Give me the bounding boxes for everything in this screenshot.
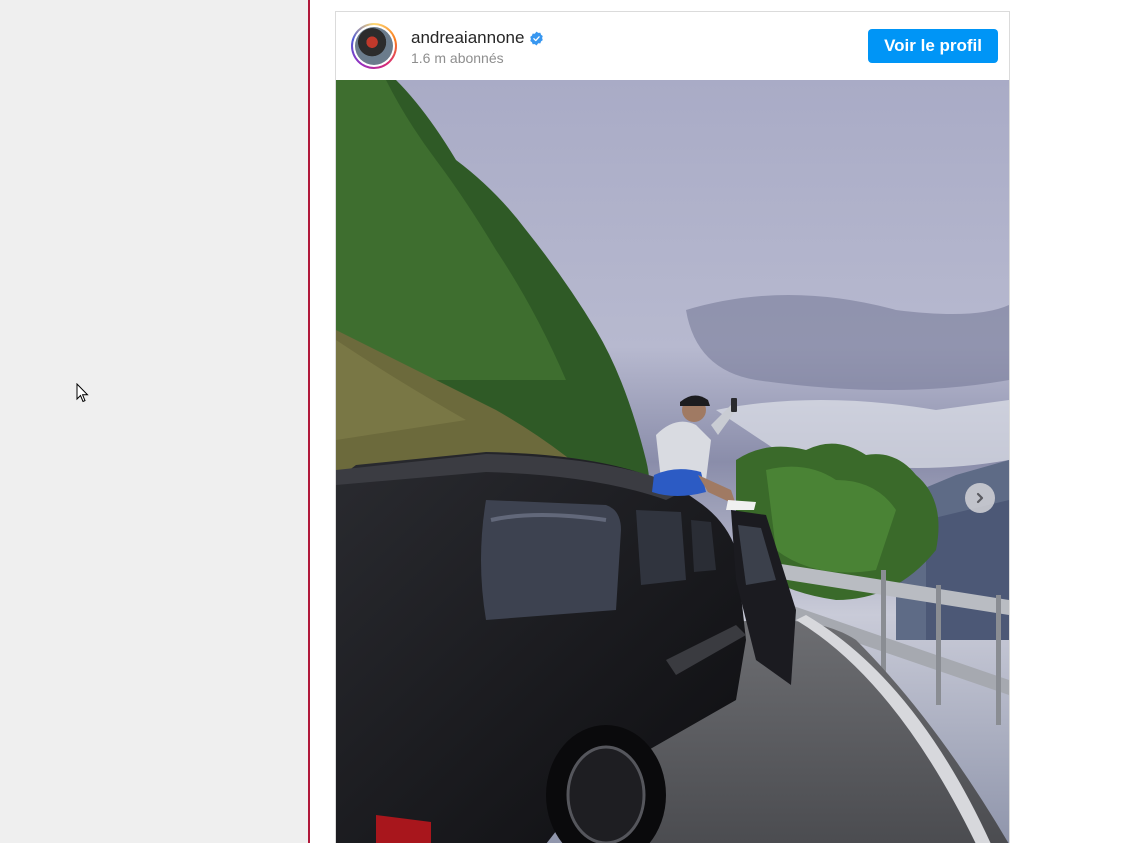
post-header: andreaiannone 1.6 m abonnés Voir le prof…	[336, 12, 1009, 80]
post-photo[interactable]	[336, 80, 1009, 843]
verified-badge-icon	[530, 31, 544, 45]
follower-count: 1.6 m abonnés	[411, 50, 504, 66]
view-profile-button[interactable]: Voir le profil	[868, 29, 998, 63]
next-photo-button[interactable]	[965, 483, 995, 513]
chevron-right-icon	[976, 492, 984, 504]
avatar[interactable]	[351, 23, 397, 69]
instagram-embed: andreaiannone 1.6 m abonnés Voir le prof…	[335, 11, 1010, 843]
username-row: andreaiannone	[411, 28, 544, 48]
divider-line	[308, 0, 310, 843]
mouse-pointer-icon	[76, 383, 89, 403]
post-image	[336, 80, 1009, 843]
left-panel	[0, 0, 308, 843]
username-link[interactable]: andreaiannone	[411, 28, 524, 48]
